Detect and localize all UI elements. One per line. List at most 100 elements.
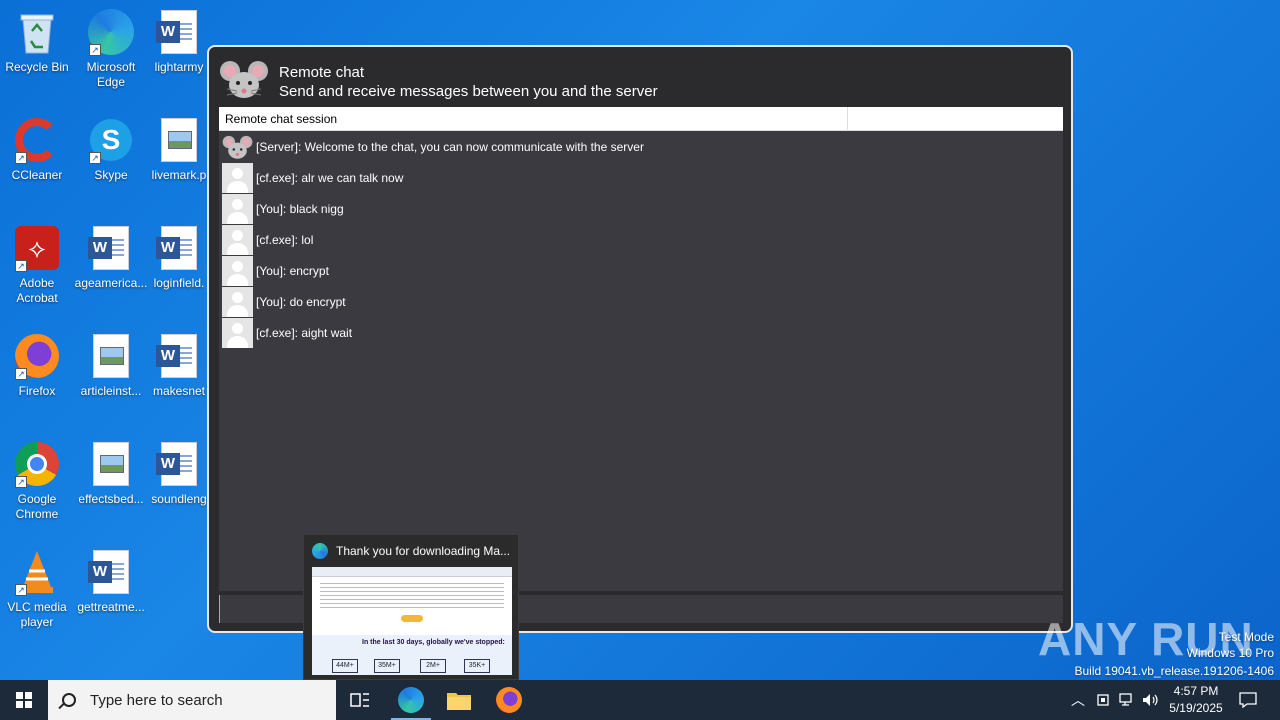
word-document-icon: W [155, 224, 203, 272]
chrome-icon: ↗ [13, 440, 61, 488]
shortcut-arrow-icon: ↗ [15, 584, 27, 596]
desktop-icon-label: loginfield. [153, 276, 205, 290]
desktop-icon-ccleaner[interactable]: ↗ CCleaner [0, 116, 74, 183]
desktop-icon-adobe-acrobat[interactable]: ⟡ ↗ Adobe Acrobat [0, 224, 74, 306]
shortcut-arrow-icon: ↗ [15, 260, 27, 272]
desktop-icon-gettreatme[interactable]: W gettreatme... [74, 548, 148, 615]
word-document-icon: W [155, 440, 203, 488]
user-icon [222, 286, 253, 317]
taskbar-file-explorer-button[interactable] [435, 680, 483, 720]
watermark-test-mode: Test Mode [1218, 630, 1274, 644]
user-icon [222, 193, 253, 224]
firefox-icon [496, 687, 522, 713]
skype-icon: S ↗ [87, 116, 135, 164]
device-icon [1097, 694, 1109, 706]
tray-network-button[interactable] [1116, 680, 1138, 720]
chat-message-text: [You]: encrypt [256, 263, 329, 278]
folder-icon [447, 693, 471, 710]
chat-message[interactable]: [You]: encrypt [219, 255, 1063, 286]
user-icon [222, 162, 253, 193]
chat-message[interactable]: [cf.exe]: alr we can talk now [219, 162, 1063, 193]
desktop-icon-label: gettreatme... [77, 600, 145, 614]
thumbnail-stats-section: In the last 30 days, globally we've stop… [312, 635, 512, 675]
action-center-button[interactable] [1236, 680, 1260, 720]
desktop-icon-chrome[interactable]: ↗ Google Chrome [0, 440, 74, 522]
thumbnail-stat: 2M+ [420, 659, 446, 673]
chat-message[interactable]: [Server]: Welcome to the chat, you can n… [219, 131, 1063, 162]
chat-message-text: [cf.exe]: aight wait [256, 325, 353, 340]
desktop-icon-firefox[interactable]: ↗ Firefox [0, 332, 74, 399]
chat-message-text: [cf.exe]: lol [256, 232, 314, 247]
taskbar-search-box[interactable]: Type here to search [48, 680, 336, 720]
watermark-os-edition: Windows 10 Pro [1186, 646, 1274, 660]
thumbnail-stats-heading: In the last 30 days, globally we've stop… [362, 639, 505, 646]
desktop-icon-label: CCleaner [11, 168, 63, 182]
desktop-icon-label: livemark.p [151, 168, 207, 182]
desktop-icon-makesnet[interactable]: W makesnet [145, 332, 213, 399]
tray-device-button[interactable] [1092, 680, 1114, 720]
desktop-icon-label: ageamerica... [74, 276, 148, 290]
chat-message[interactable]: [cf.exe]: aight wait [219, 317, 1063, 348]
desktop-icon-label: soundleng [151, 492, 207, 506]
window-title: Remote chat [279, 64, 365, 81]
image-file-icon [87, 440, 135, 488]
taskbar-clock[interactable]: 4:57 PM 5/19/2025 [1160, 683, 1232, 717]
chat-message[interactable]: [You]: black nigg [219, 193, 1063, 224]
start-button[interactable] [0, 680, 48, 720]
taskbar-thumbnail-preview[interactable]: Thank you for downloading Ma... In the l… [303, 534, 519, 680]
show-hidden-icons-button[interactable]: ︿ [1068, 680, 1088, 720]
search-icon [62, 693, 76, 707]
desktop-icon-articleinst[interactable]: articleinst... [74, 332, 148, 399]
shortcut-arrow-icon: ↗ [15, 368, 27, 380]
thumbnail-button [401, 615, 423, 622]
chat-message-text: [Server]: Welcome to the chat, you can n… [256, 139, 644, 154]
window-header: Remote chat Send and receive messages be… [219, 57, 1059, 107]
word-document-icon: W [155, 8, 203, 56]
desktop-icon-skype[interactable]: S ↗ Skype [74, 116, 148, 183]
clock-time: 4:57 PM [1173, 684, 1219, 698]
edge-icon [312, 543, 328, 559]
desktop-icon-label: articleinst... [80, 384, 142, 398]
desktop-icon-label: Adobe Acrobat [16, 276, 58, 305]
preview-thumbnail[interactable]: In the last 30 days, globally we've stop… [312, 567, 512, 675]
notification-icon [1239, 692, 1257, 708]
vlc-icon: ↗ [13, 548, 61, 596]
task-view-button[interactable] [336, 680, 384, 720]
desktop-icon-recycle-bin[interactable]: Recycle Bin [0, 8, 74, 75]
chat-message-text: [You]: do encrypt [256, 294, 346, 309]
task-view-icon [350, 693, 369, 707]
mouse-icon [219, 57, 269, 101]
desktop-icon-lightarmy[interactable]: W lightarmy [145, 8, 213, 75]
desktop-icon-livemark[interactable]: livemark.p [145, 116, 213, 183]
desktop-icon-label: Microsoft Edge [86, 60, 136, 89]
desktop-icon-ageamerica[interactable]: W ageamerica... [74, 224, 148, 291]
desktop-icon-label: effectsbed... [78, 492, 144, 506]
word-document-icon: W [87, 548, 135, 596]
acrobat-icon: ⟡ ↗ [13, 224, 61, 272]
chat-message[interactable]: [You]: do encrypt [219, 286, 1063, 317]
shortcut-arrow-icon: ↗ [89, 44, 101, 56]
taskbar-edge-button[interactable] [387, 680, 435, 720]
column-header-empty[interactable] [848, 107, 1063, 130]
desktop-icon-edge[interactable]: ↗ Microsoft Edge [74, 8, 148, 90]
desktop-icon-vlc[interactable]: ↗ VLC media player [0, 548, 74, 630]
desktop-icon-loginfield[interactable]: W loginfield. [145, 224, 213, 291]
user-icon [222, 255, 253, 286]
chat-session-list[interactable]: Remote chat session [Server]: Welcome to… [219, 107, 1063, 591]
user-icon [222, 317, 253, 348]
watermark-build: Build 19041.vb_release.191206-1406 [1074, 664, 1275, 678]
column-header-session[interactable]: Remote chat session [219, 107, 848, 130]
desktop-icon-label: makesnet [152, 384, 206, 398]
taskbar: Type here to search ︿ 4:57 PM 5/19/2025 [0, 680, 1280, 720]
thumbnail-browser-bar [312, 567, 512, 577]
ccleaner-icon: ↗ [13, 116, 61, 164]
shortcut-arrow-icon: ↗ [89, 152, 101, 164]
chat-message[interactable]: [cf.exe]: lol [219, 224, 1063, 255]
thumbnail-stat: 35M+ [374, 659, 400, 673]
desktop-icon-effectsbed[interactable]: effectsbed... [74, 440, 148, 507]
desktop-icon-soundleng[interactable]: W soundleng [145, 440, 213, 507]
taskbar-firefox-button[interactable] [485, 680, 533, 720]
tray-volume-button[interactable] [1140, 680, 1162, 720]
preview-title: Thank you for downloading Ma... [336, 544, 511, 558]
desktop-icon-label: Firefox [18, 384, 56, 398]
